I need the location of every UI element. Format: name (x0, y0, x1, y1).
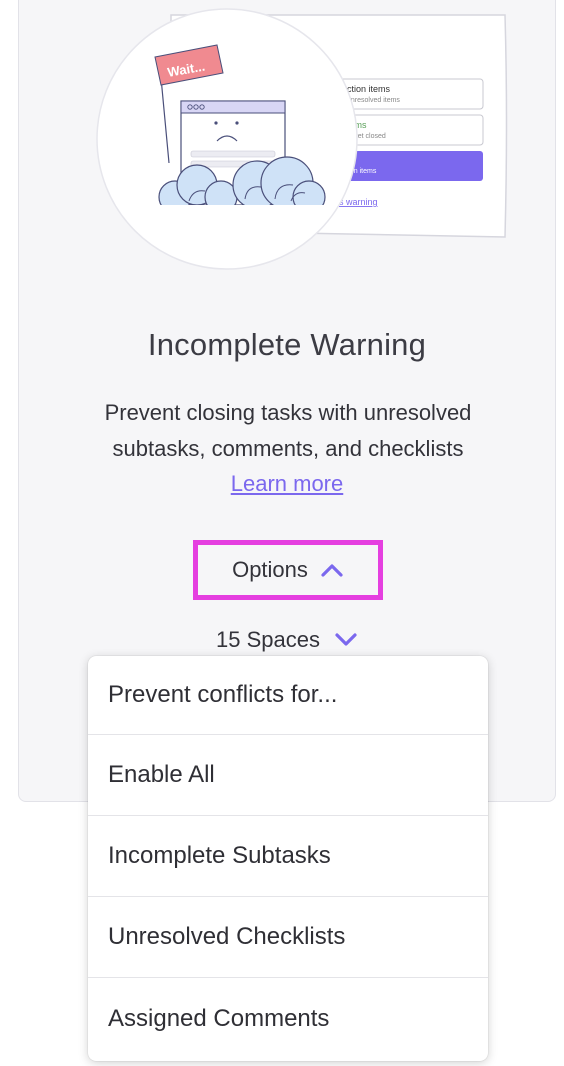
feature-title: Incomplete Warning (147, 327, 427, 362)
incomplete-warning-illustration: ction items unresolved items tems aren't… (96, 8, 508, 270)
chevron-up-icon (321, 564, 343, 577)
dropdown-header: Prevent conflicts for... (88, 656, 488, 735)
options-toggle-button[interactable]: Options (193, 540, 383, 600)
options-label: Options (232, 557, 308, 582)
spaces-selector[interactable]: 15 Spaces (19, 627, 555, 653)
menu-item-assigned-comments[interactable]: Assigned Comments (88, 978, 488, 1059)
chevron-down-icon (335, 633, 357, 646)
form-link: s warning (339, 197, 378, 207)
menu-item-enable-all[interactable]: Enable All (88, 735, 488, 816)
menu-item-incomplete-subtasks[interactable]: Incomplete Subtasks (88, 816, 488, 897)
spaces-label: 15 Spaces (216, 627, 320, 652)
form-row1-sub: unresolved items (347, 97, 400, 104)
conflicts-dropdown-menu: Prevent conflicts for... Enable All Inco… (88, 656, 488, 1061)
learn-more-link[interactable]: Learn more (19, 469, 555, 499)
form-row1-title: ction items (347, 84, 391, 94)
feature-description: Prevent closing tasks with unresolved su… (104, 400, 472, 461)
menu-item-unresolved-checklists[interactable]: Unresolved Checklists (88, 897, 488, 978)
